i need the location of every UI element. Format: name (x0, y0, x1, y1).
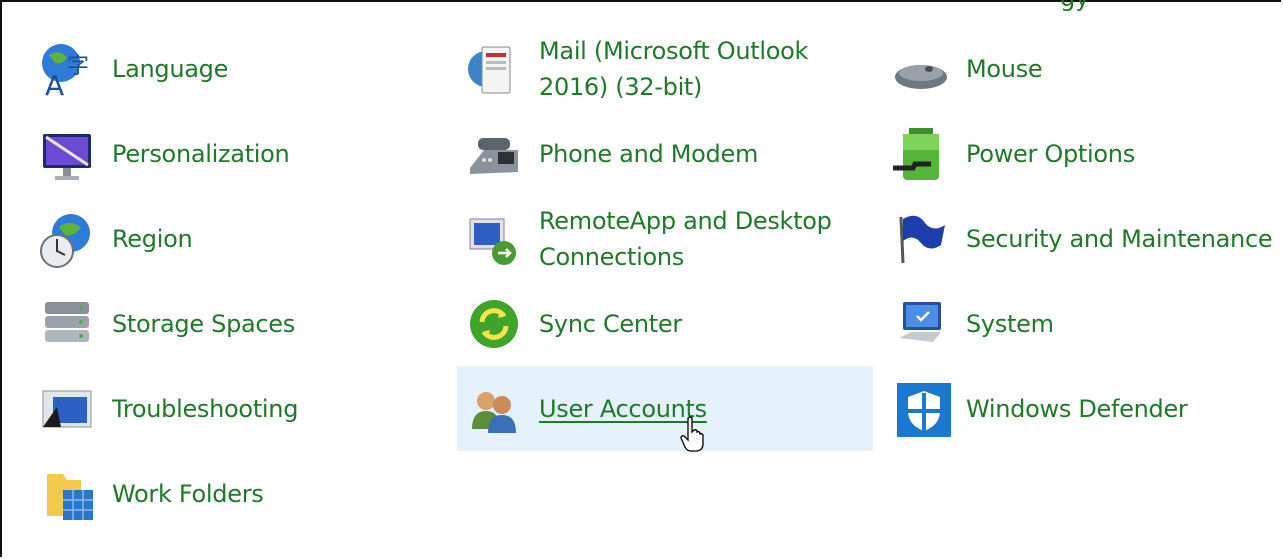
hand-cursor-icon (680, 416, 706, 456)
svg-text:字: 字 (67, 54, 89, 79)
security-flag-icon (888, 206, 954, 272)
sync-center-icon (461, 291, 527, 357)
item-label[interactable]: Sync Center (539, 306, 682, 342)
region-icon (34, 206, 100, 272)
item-label[interactable]: Mail (Microsoft Outlook 2016) (32-bit) (539, 33, 839, 105)
personalization-icon (34, 121, 100, 187)
item-region[interactable]: Region (30, 196, 446, 281)
item-label[interactable]: Storage Spaces (112, 306, 295, 342)
user-accounts-icon (461, 376, 527, 442)
item-label[interactable]: Windows Defender (966, 391, 1188, 427)
language-icon: A字 (34, 36, 100, 102)
item-label[interactable]: System (966, 306, 1054, 342)
item-label[interactable]: Region (112, 221, 193, 257)
item-troubleshooting[interactable]: Troubleshooting (30, 366, 446, 451)
item-label[interactable]: Personalization (112, 136, 290, 172)
phone-modem-icon (461, 121, 527, 187)
item-sync-center[interactable]: Sync Center (457, 281, 873, 366)
system-icon (888, 291, 954, 357)
power-options-icon (888, 121, 954, 187)
item-user-accounts[interactable]: User Accounts (457, 366, 873, 451)
item-label[interactable]: Troubleshooting (112, 391, 298, 427)
item-label[interactable]: Security and Maintenance (966, 221, 1273, 257)
item-storage-spaces[interactable]: Storage Spaces (30, 281, 446, 366)
remoteapp-icon (461, 206, 527, 272)
item-label[interactable]: Mouse (966, 51, 1043, 87)
item-label[interactable]: Phone and Modem (539, 136, 758, 172)
item-phone-modem[interactable]: Phone and Modem (457, 111, 873, 196)
windows-defender-icon (888, 376, 954, 442)
item-label[interactable]: RemoteApp and Desktop Connections (539, 203, 859, 275)
item-language[interactable]: A字 Language (30, 26, 446, 111)
item-mouse[interactable]: Mouse (884, 26, 1283, 111)
item-mail[interactable]: Mail (Microsoft Outlook 2016) (32-bit) (457, 26, 873, 111)
troubleshooting-icon (34, 376, 100, 442)
item-remoteapp[interactable]: RemoteApp and Desktop Connections (457, 196, 873, 281)
item-security-maintenance[interactable]: Security and Maintenance (884, 196, 1283, 281)
mail-icon (461, 36, 527, 102)
mouse-icon (888, 36, 954, 102)
item-system[interactable]: System (884, 281, 1283, 366)
work-folders-icon (34, 461, 100, 527)
item-windows-defender[interactable]: Windows Defender (884, 366, 1283, 451)
clipped-item-label: gy (1060, 0, 1089, 12)
item-work-folders[interactable]: Work Folders (30, 451, 446, 536)
item-power-options[interactable]: Power Options (884, 111, 1283, 196)
item-personalization[interactable]: Personalization (30, 111, 446, 196)
storage-spaces-icon (34, 291, 100, 357)
item-label[interactable]: Power Options (966, 136, 1135, 172)
svg-text:A: A (45, 69, 64, 99)
item-label[interactable]: Language (112, 51, 228, 87)
item-label[interactable]: Work Folders (112, 476, 264, 512)
